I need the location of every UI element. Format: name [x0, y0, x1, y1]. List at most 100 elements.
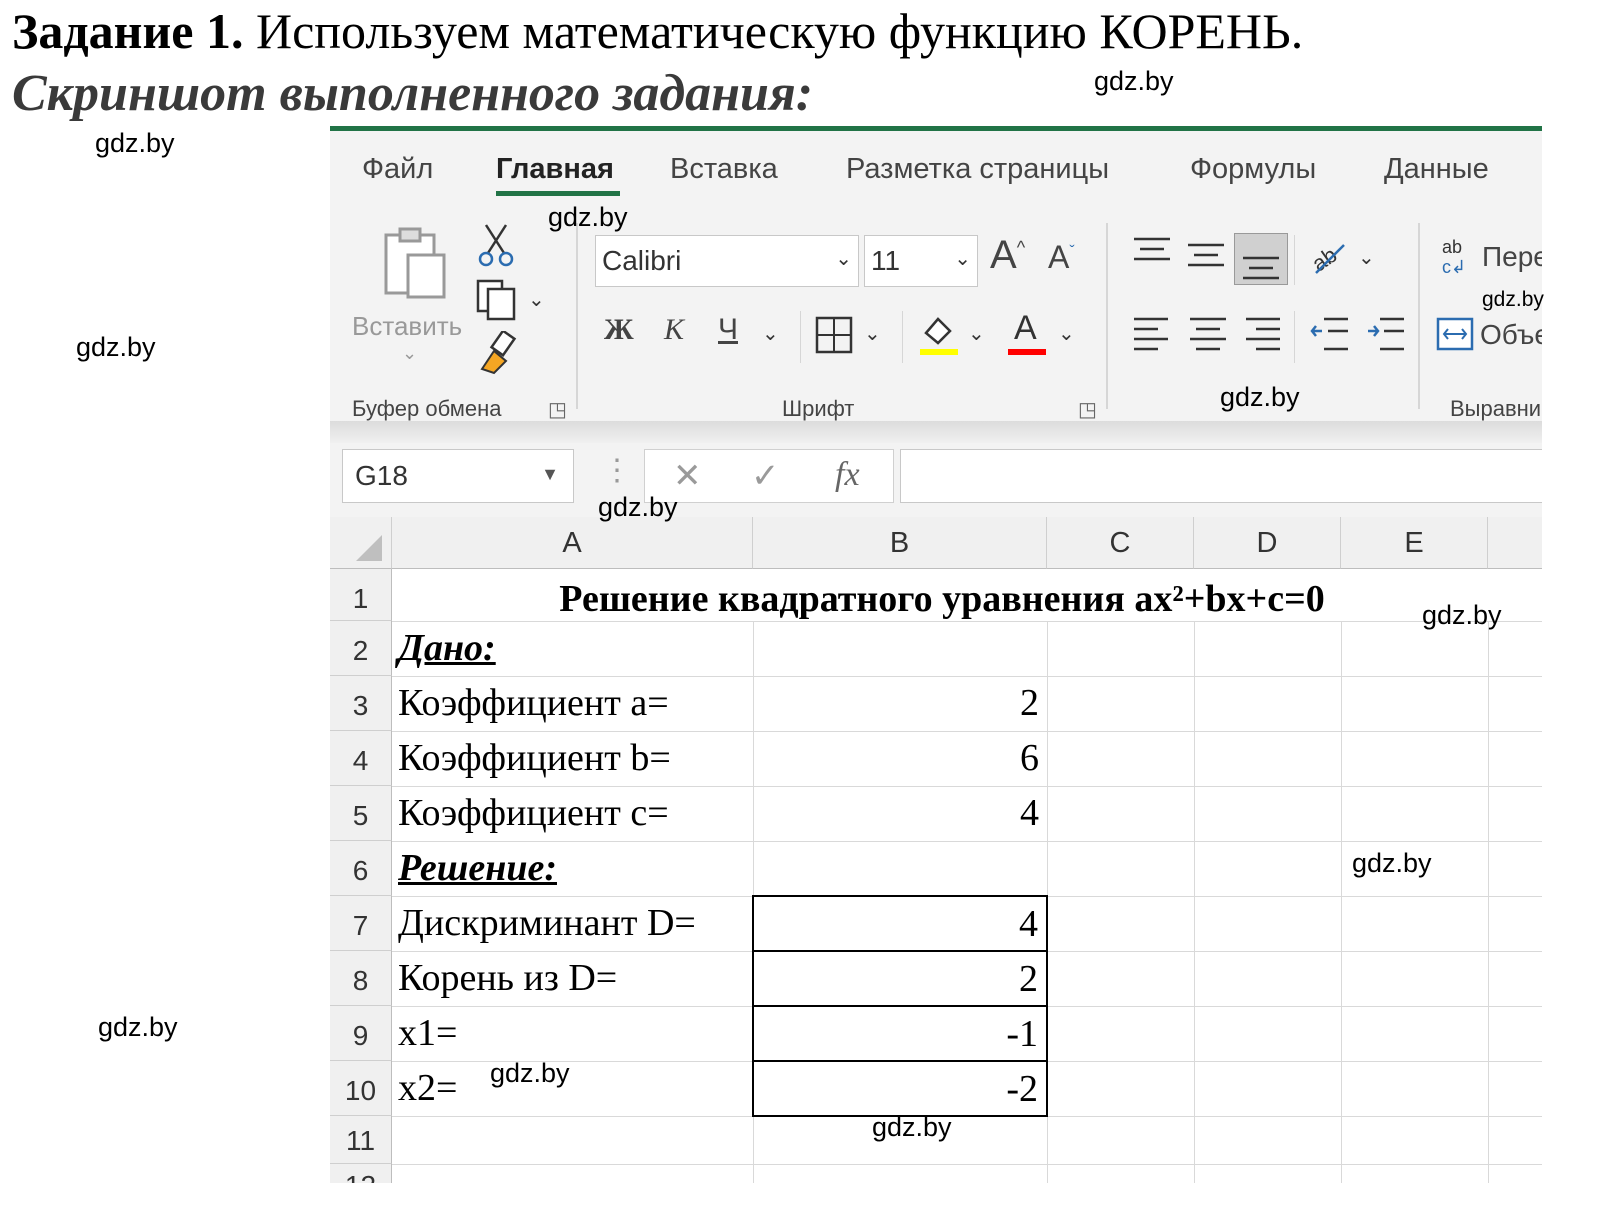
chevron-down-icon[interactable]: ⌄: [1358, 245, 1375, 270]
wrap-text-icon[interactable]: ab c↲: [1440, 237, 1476, 277]
tab-insert[interactable]: Вставка: [670, 153, 778, 186]
bold-button[interactable]: Ж: [604, 313, 634, 347]
align-left-icon[interactable]: [1132, 315, 1172, 355]
font-size-select[interactable]: 11 ⌄: [864, 235, 978, 287]
font-name-select[interactable]: Calibri ⌄: [595, 235, 859, 287]
name-box-value: G18: [355, 460, 408, 491]
fill-color-icon[interactable]: [918, 311, 962, 357]
watermark: gdz.by: [1422, 600, 1502, 630]
row-header[interactable]: 1: [330, 569, 392, 621]
sqrt-label-cell[interactable]: Корень из D=: [398, 951, 617, 1006]
select-all-triangle-icon: [356, 535, 382, 561]
dialog-launcher-icon[interactable]: ◳: [1078, 397, 1097, 422]
name-box[interactable]: G18 ▼: [342, 449, 574, 503]
grip-icon[interactable]: ⋮: [602, 453, 632, 488]
font-group-label: Шрифт: [782, 396, 855, 421]
a-value-cell[interactable]: 2: [753, 676, 1047, 731]
orientation-icon[interactable]: ab: [1306, 235, 1350, 279]
c-label-cell[interactable]: Коэффициент c=: [398, 786, 669, 841]
solution-heading-cell[interactable]: Решение:: [398, 841, 557, 896]
b-label-cell[interactable]: Коэффициент b=: [398, 731, 671, 786]
row-header[interactable]: 10: [330, 1061, 392, 1116]
watermark: gdz.by: [98, 1012, 178, 1042]
row-header[interactable]: 2: [330, 621, 392, 676]
row-header[interactable]: 11: [330, 1116, 392, 1164]
column-header-e[interactable]: E: [1341, 517, 1488, 569]
cancel-icon[interactable]: ✕: [673, 456, 702, 496]
select-all-button[interactable]: [330, 517, 392, 569]
align-bottom-button[interactable]: [1234, 233, 1288, 285]
align-top-icon[interactable]: [1132, 235, 1172, 271]
tab-data[interactable]: Данные: [1384, 153, 1489, 186]
formula-input[interactable]: [900, 449, 1542, 503]
row-header[interactable]: 8: [330, 951, 392, 1006]
row-header[interactable]: 12: [330, 1164, 392, 1183]
increase-font-size-button[interactable]: A^: [990, 233, 1025, 278]
cut-icon[interactable]: [476, 223, 516, 267]
increase-indent-icon[interactable]: [1366, 315, 1406, 355]
ribbon-tabs: Файл Главная Вставка Разметка страницы Ф…: [330, 131, 1542, 211]
row-header[interactable]: 4: [330, 731, 392, 786]
highlight-swatch: [920, 349, 958, 355]
underline-button[interactable]: Ч: [718, 313, 738, 347]
dialog-launcher-icon[interactable]: ◳: [548, 397, 567, 422]
align-middle-icon[interactable]: [1186, 239, 1226, 275]
decrease-indent-icon[interactable]: [1310, 315, 1350, 355]
format-painter-icon[interactable]: [476, 331, 520, 375]
excel-window: Файл Главная Вставка Разметка страницы Ф…: [330, 126, 1542, 1183]
chevron-down-icon: ⌄: [402, 343, 418, 363]
italic-button[interactable]: К: [664, 313, 684, 347]
gridline: [1341, 569, 1342, 1183]
enter-check-icon[interactable]: ✓: [751, 456, 780, 496]
x1-label-cell[interactable]: x1=: [398, 1006, 457, 1061]
copy-icon[interactable]: [474, 277, 522, 321]
insert-function-icon[interactable]: fx: [835, 456, 860, 494]
tab-page-layout[interactable]: Разметка страницы: [846, 153, 1109, 186]
x2-value-cell[interactable]: -2: [752, 1060, 1048, 1117]
merged-title-cell[interactable]: Решение квадратного уравнения ax²+bx+c=0: [392, 569, 1492, 621]
gridline: [392, 1164, 1542, 1165]
x2-label-cell[interactable]: x2=: [398, 1061, 457, 1116]
wrap-text-button[interactable]: Пере: [1482, 241, 1542, 273]
chevron-down-icon[interactable]: ⌄: [762, 321, 779, 346]
chevron-down-icon[interactable]: ⌄: [528, 287, 545, 312]
align-right-icon[interactable]: [1242, 315, 1282, 355]
d-label-cell[interactable]: Дискриминант D=: [398, 896, 696, 951]
sqrt-value-cell[interactable]: 2: [752, 950, 1048, 1007]
column-header-b[interactable]: B: [753, 517, 1047, 569]
row-header[interactable]: 6: [330, 841, 392, 896]
a-label-cell[interactable]: Коэффициент a=: [398, 676, 669, 731]
font-color-button[interactable]: А: [1006, 309, 1050, 357]
merge-cells-button[interactable]: Объе: [1480, 319, 1542, 351]
column-header-a[interactable]: A: [392, 517, 753, 569]
row-header[interactable]: 5: [330, 786, 392, 841]
merge-cells-icon[interactable]: [1436, 315, 1474, 353]
chevron-down-icon[interactable]: ⌄: [864, 321, 881, 346]
borders-icon[interactable]: [814, 315, 854, 355]
c-value-cell[interactable]: 4: [753, 786, 1047, 841]
x1-value-cell[interactable]: -1: [752, 1005, 1048, 1062]
column-header-c[interactable]: C: [1047, 517, 1194, 569]
d-value-cell[interactable]: 4: [752, 895, 1048, 952]
watermark: gdz.by: [872, 1112, 952, 1142]
gridline: [392, 621, 1542, 622]
watermark: gdz.by: [548, 202, 628, 232]
row-header[interactable]: 3: [330, 676, 392, 731]
column-header-f[interactable]: [1488, 517, 1542, 569]
row-header[interactable]: 9: [330, 1006, 392, 1061]
decrease-font-size-button[interactable]: Aˇ: [1048, 239, 1075, 276]
chevron-down-icon[interactable]: ⌄: [968, 321, 985, 346]
watermark: gdz.by: [76, 332, 156, 362]
formula-buttons: ✕ ✓ fx: [644, 449, 894, 503]
given-heading-cell[interactable]: Дано:: [398, 621, 496, 676]
row-header[interactable]: 7: [330, 896, 392, 951]
b-value-cell[interactable]: 6: [753, 731, 1047, 786]
column-header-d[interactable]: D: [1194, 517, 1341, 569]
svg-text:c↲: c↲: [1442, 257, 1466, 277]
chevron-down-icon[interactable]: ⌄: [1058, 321, 1075, 346]
paste-button[interactable]: Вставить ⌄: [350, 221, 468, 363]
align-center-icon[interactable]: [1188, 315, 1228, 355]
tab-home[interactable]: Главная: [496, 153, 614, 186]
tab-file[interactable]: Файл: [362, 153, 433, 186]
tab-formulas[interactable]: Формулы: [1190, 153, 1316, 186]
